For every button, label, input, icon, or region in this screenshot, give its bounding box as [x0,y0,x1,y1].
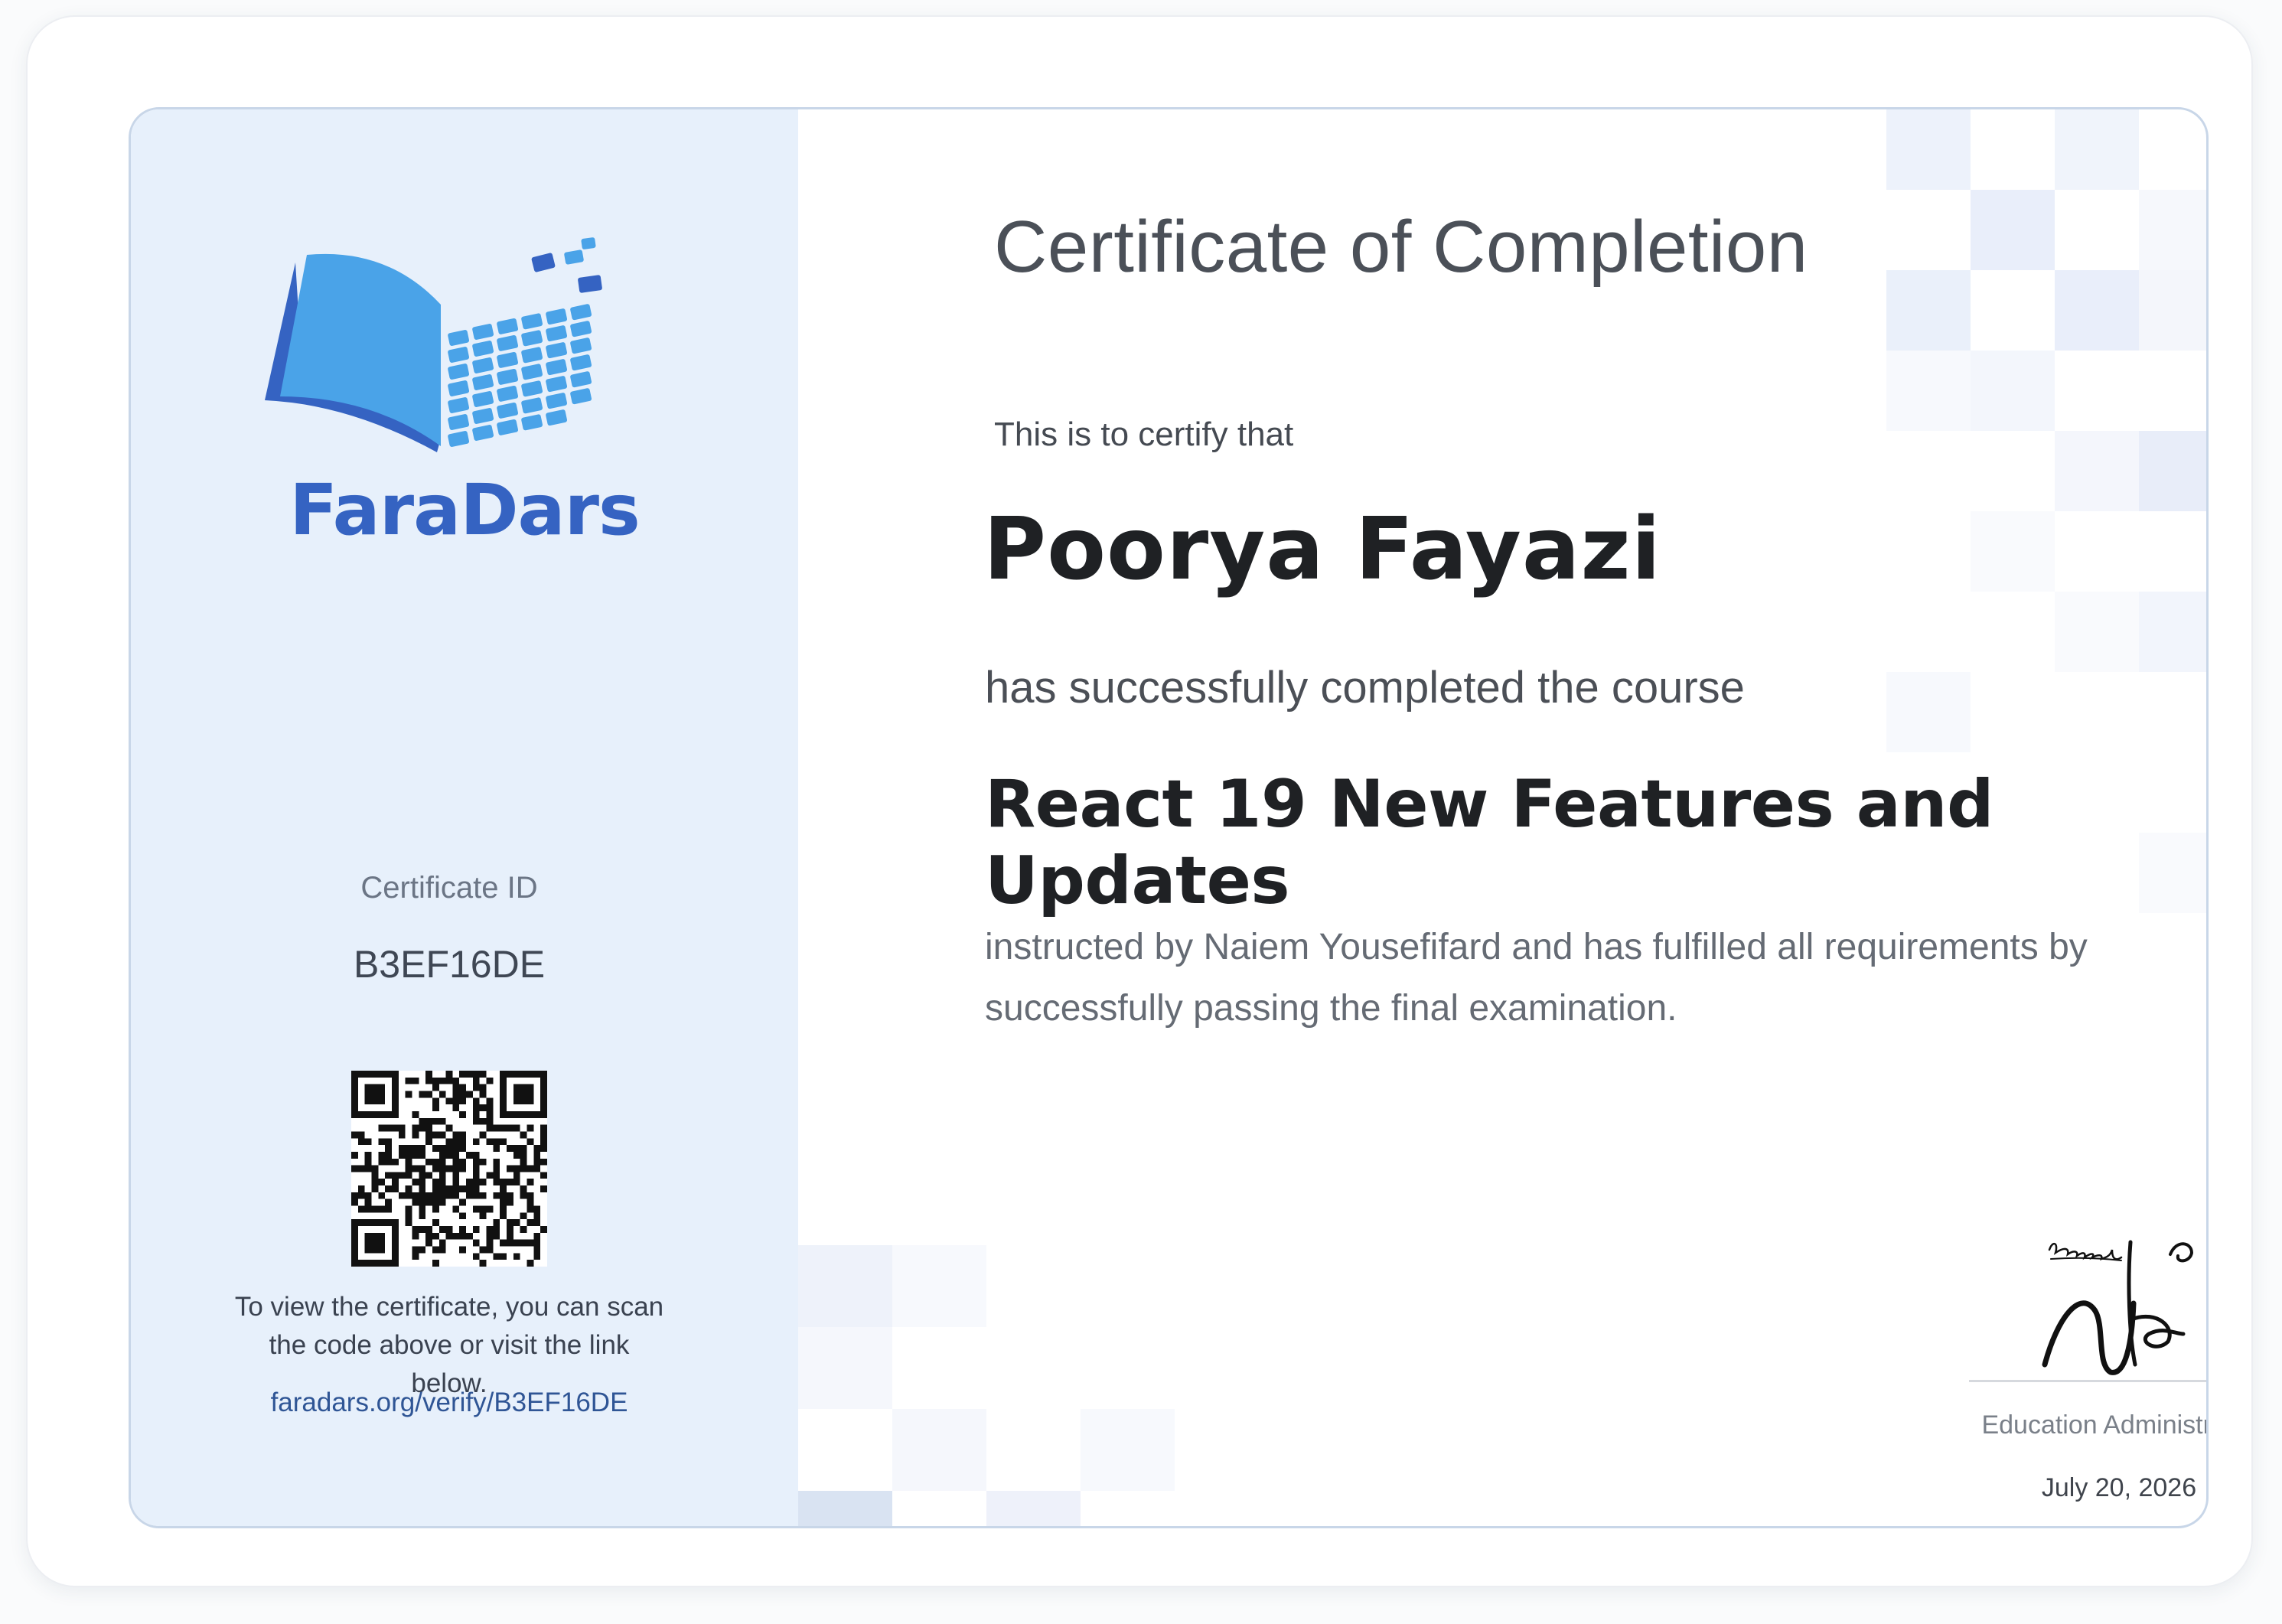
qr-code-icon[interactable] [351,1071,547,1267]
course-title: React 19 New Features and Updates [985,766,1994,919]
completion-text: has successfully completed the course [985,663,1745,713]
certificate-frame: FaraDars Certificate ID B3EF16DE To view… [129,107,2209,1528]
qr-help-text: To view the certificate, you can scan th… [234,1292,664,1398]
open-book-pixel-logo [265,237,602,452]
certificate-title: Certificate of Completion [994,206,1808,288]
signatory-role: Education Administrator [1981,1410,2206,1440]
signature-line [1969,1380,2206,1382]
brand-name: FaraDars [289,469,641,551]
certify-intro: This is to certify that [994,416,1294,453]
certificate-card: FaraDars Certificate ID B3EF16DE To view… [26,15,2253,1587]
instruction-text: instructed by Naiem Yousefifard and has … [985,927,2088,1029]
signature-icon [2042,1240,2194,1375]
right-panel: Certificate of Completion This is to cer… [798,109,2206,1526]
certificate-id-value: B3EF16DE [353,943,546,986]
certificate-id-label: Certificate ID [360,871,538,905]
verify-link[interactable]: faradars.org/verify/B3EF16DE [230,1388,668,1418]
certificate-date: July 20, 2026 [2041,1473,2197,1502]
recipient-name: Poorya Fayazi [983,500,1662,599]
left-panel: FaraDars Certificate ID B3EF16DE To view… [131,109,798,1526]
